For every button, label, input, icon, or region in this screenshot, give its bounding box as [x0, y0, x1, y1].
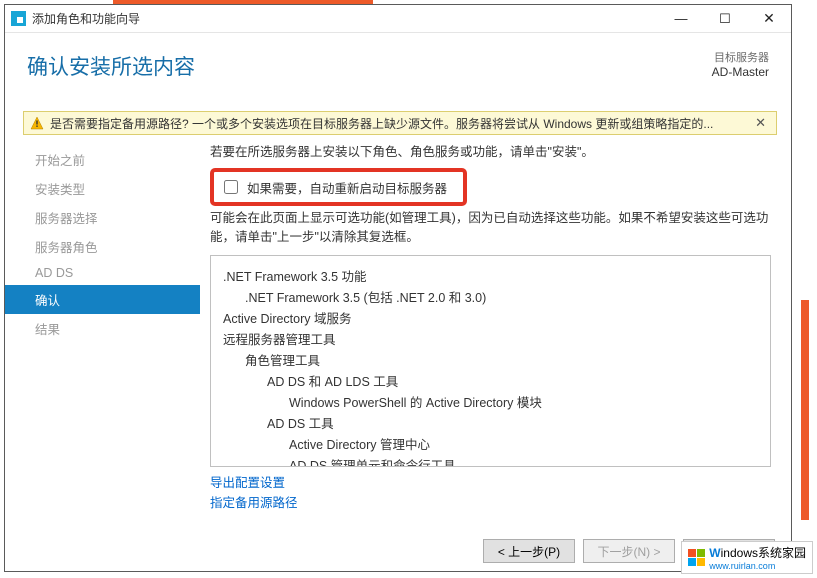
watermark: Windows系统家园 www.ruirlan.com — [681, 541, 813, 574]
sidebar-item-confirm[interactable]: 确认 — [5, 285, 200, 314]
sidebar: 开始之前 安装类型 服务器选择 服务器角色 AD DS 确认 结果 — [5, 141, 200, 537]
feature-item: Active Directory 域服务 — [223, 308, 758, 327]
sidebar-item-server-select[interactable]: 服务器选择 — [5, 203, 200, 232]
auto-restart-label: 如果需要，自动重新启动目标服务器 — [247, 178, 447, 197]
prev-button[interactable]: < 上一步(P) — [483, 539, 575, 563]
target-server-label: 目标服务器 — [712, 49, 769, 65]
feature-item: AD DS 工具 — [267, 413, 758, 432]
watermark-indows: indows — [721, 546, 758, 560]
sidebar-item-result[interactable]: 结果 — [5, 314, 200, 343]
titlebar: 添加角色和功能向导 — ☐ ✕ — [5, 5, 791, 33]
warning-text: 是否需要指定备用源路径? 一个或多个安装选项在目标服务器上缺少源文件。服务器将尝… — [50, 115, 713, 132]
window-title: 添加角色和功能向导 — [32, 10, 659, 27]
feature-item: .NET Framework 3.5 (包括 .NET 2.0 和 3.0) — [245, 287, 758, 306]
warning-bar: 是否需要指定备用源路径? 一个或多个安装选项在目标服务器上缺少源文件。服务器将尝… — [23, 111, 777, 135]
links-block: 导出配置设置 指定备用源路径 — [210, 473, 771, 513]
export-config-link[interactable]: 导出配置设置 — [210, 473, 771, 493]
page-title: 确认安装所选内容 — [27, 51, 769, 81]
features-list: .NET Framework 3.5 功能 .NET Framework 3.5… — [210, 255, 771, 467]
hint-text: 可能会在此页面上显示可选功能(如管理工具)，因为已自动选择这些功能。如果不希望安… — [210, 209, 771, 247]
warning-close-button[interactable]: ✕ — [751, 115, 770, 131]
watermark-sub: www.ruirlan.com — [709, 561, 806, 571]
auto-restart-row[interactable]: 如果需要，自动重新启动目标服务器 — [220, 177, 447, 197]
header: 确认安装所选内容 目标服务器 AD-Master — [5, 33, 791, 107]
windows-logo-icon — [688, 549, 705, 566]
sidebar-item-adds[interactable]: AD DS — [5, 261, 200, 285]
body: 开始之前 安装类型 服务器选择 服务器角色 AD DS 确认 结果 若要在所选服… — [5, 141, 791, 537]
feature-item: AD DS 管理单元和命令行工具 — [289, 455, 758, 467]
feature-item: Windows PowerShell 的 Active Directory 模块 — [289, 392, 758, 411]
maximize-button[interactable]: ☐ — [703, 5, 747, 33]
next-button: 下一步(N) > — [583, 539, 675, 563]
content-area: 若要在所选服务器上安装以下角色、角色服务或功能，请单击"安装"。 如果需要，自动… — [200, 141, 791, 537]
feature-item: AD DS 和 AD LDS 工具 — [267, 371, 758, 390]
warning-icon — [30, 116, 44, 130]
watermark-text: Windows系统家园 www.ruirlan.com — [709, 544, 806, 571]
window-controls: — ☐ ✕ — [659, 5, 791, 33]
wizard-window: 添加角色和功能向导 — ☐ ✕ 确认安装所选内容 目标服务器 AD-Master… — [4, 4, 792, 572]
feature-item: 远程服务器管理工具 — [223, 329, 758, 348]
target-server-block: 目标服务器 AD-Master — [712, 49, 769, 79]
feature-item: 角色管理工具 — [245, 350, 758, 369]
sidebar-item-install-type[interactable]: 安装类型 — [5, 174, 200, 203]
watermark-w: W — [709, 546, 720, 560]
target-server-name: AD-Master — [712, 65, 769, 79]
watermark-cn: 系统家园 — [758, 546, 806, 560]
sidebar-item-server-role[interactable]: 服务器角色 — [5, 232, 200, 261]
sidebar-item-before-begin[interactable]: 开始之前 — [5, 145, 200, 174]
minimize-button[interactable]: — — [659, 5, 703, 33]
auto-restart-checkbox[interactable] — [224, 180, 238, 194]
highlight-box: 如果需要，自动重新启动目标服务器 — [210, 168, 467, 206]
feature-item: .NET Framework 3.5 功能 — [223, 266, 758, 285]
app-icon — [11, 11, 26, 26]
close-button[interactable]: ✕ — [747, 5, 791, 33]
bg-decor-right — [801, 300, 809, 520]
intro-text: 若要在所选服务器上安装以下角色、角色服务或功能，请单击"安装"。 — [210, 141, 771, 160]
alt-source-link[interactable]: 指定备用源路径 — [210, 493, 771, 513]
feature-item: Active Directory 管理中心 — [289, 434, 758, 453]
